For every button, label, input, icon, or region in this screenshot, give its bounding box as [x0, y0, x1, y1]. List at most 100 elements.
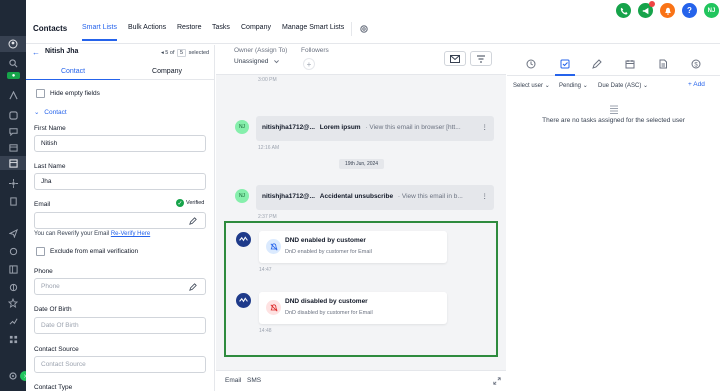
contact-pager[interactable]: ◂ 5 of 5 selected: [161, 49, 209, 57]
list-icon: [609, 105, 619, 114]
avatar[interactable]: NJ: [704, 3, 719, 18]
contact-source-label: Contact Source: [34, 346, 79, 353]
rail-conversations-icon[interactable]: [0, 124, 26, 138]
exclude-verification-checkbox[interactable]: [36, 247, 45, 256]
help-icon[interactable]: ?: [682, 3, 697, 18]
clock-icon[interactable]: [525, 58, 537, 70]
pager-total[interactable]: 5: [177, 49, 187, 57]
rail-sites-icon[interactable]: [0, 262, 26, 276]
first-name-field[interactable]: Nitish: [34, 135, 206, 152]
dob-field[interactable]: Date Of Birth: [34, 317, 206, 334]
chevron-down-icon[interactable]: [273, 58, 280, 65]
bell-icon[interactable]: [660, 3, 675, 18]
hide-empty-checkbox[interactable]: [36, 89, 45, 98]
message-subject: Accidental unsubscribe: [319, 193, 394, 200]
document-icon[interactable]: [657, 58, 669, 70]
pager-suffix: selected: [188, 50, 210, 56]
tasks-panel: $ Select user ⌄ Pending ⌄ Due Date (ASC)…: [507, 45, 720, 391]
arrow-left-icon[interactable]: ←: [32, 48, 40, 57]
tab-divider: [507, 75, 720, 76]
filter-icon[interactable]: [470, 51, 492, 66]
reverify-link[interactable]: Re-Verify Here: [111, 231, 150, 237]
rail-opportunities-icon[interactable]: [0, 176, 26, 190]
message-subject: Lorem ipsum: [319, 124, 361, 131]
conversation-panel: Owner (Assign To) Unassigned Followers +…: [216, 45, 506, 391]
status-dropdown[interactable]: Pending ⌄: [559, 82, 588, 89]
email-field[interactable]: [34, 212, 206, 229]
envelope-icon[interactable]: [444, 51, 466, 66]
tab-manage-smart-lists[interactable]: Manage Smart Lists: [282, 24, 344, 31]
rail-contacts-icon[interactable]: [0, 36, 26, 52]
timestamp: 14:48: [259, 328, 272, 334]
active-tab-indicator: [555, 74, 575, 76]
add-task-button[interactable]: + Add: [688, 81, 705, 88]
rail-payments-icon[interactable]: [0, 194, 26, 208]
date-divider: 19th Jun, 2024: [339, 159, 385, 169]
select-user-dropdown[interactable]: Select user ⌄: [513, 82, 550, 89]
dnd-enabled-subtitle: DnD enabled by customer for Email: [285, 249, 372, 255]
last-name-field[interactable]: Jha: [34, 173, 206, 190]
tab-company[interactable]: Company: [241, 24, 271, 31]
left-nav-rail: ● ›: [0, 0, 30, 391]
megaphone-icon[interactable]: [638, 1, 655, 18]
tab-company-detail[interactable]: Company: [120, 68, 214, 75]
email-message[interactable]: nitishjha1712@... Accidental unsubscribe…: [256, 185, 494, 210]
calendar-icon[interactable]: [624, 58, 636, 70]
expand-icon[interactable]: [493, 377, 501, 385]
tab-bulk-actions[interactable]: Bulk Actions: [128, 24, 166, 31]
tab-restore[interactable]: Restore: [177, 24, 202, 31]
rail-search-icon[interactable]: [0, 56, 26, 70]
rail-reputation-icon[interactable]: [0, 296, 26, 310]
rail-contacts-card-icon[interactable]: [0, 156, 26, 170]
rail-reporting-icon[interactable]: [0, 314, 26, 328]
tab-sms[interactable]: SMS: [247, 377, 261, 384]
message-preview: · View this email in browser [htt...: [365, 124, 461, 131]
phone-icon[interactable]: [616, 3, 631, 18]
message-sender: nitishjha1712@...: [262, 124, 315, 131]
pencil-icon[interactable]: [591, 58, 603, 70]
tab-email[interactable]: Email: [225, 377, 241, 384]
notification-dot: [649, 1, 655, 7]
dollar-icon[interactable]: $: [690, 58, 702, 70]
owner-select[interactable]: Unassigned: [234, 58, 268, 65]
dnd-disabled-card: DND disabled by customer DnD disabled by…: [259, 292, 447, 324]
more-icon[interactable]: ⋮: [482, 192, 489, 200]
rail-badge[interactable]: ●: [7, 72, 20, 79]
add-follower-button[interactable]: +: [303, 58, 315, 70]
section-contact-toggle[interactable]: ⌄ Contact: [34, 108, 67, 116]
rail-automation-icon[interactable]: [0, 244, 26, 258]
sort-dropdown[interactable]: Due Date (ASC) ⌄: [598, 82, 648, 89]
dnd-enabled-card: DND enabled by customer DnD enabled by c…: [259, 231, 447, 263]
pencil-icon[interactable]: [189, 217, 197, 225]
tab-tasks[interactable]: Tasks: [212, 24, 230, 31]
phone-placeholder: Phone: [41, 283, 60, 290]
task-check-icon[interactable]: [559, 58, 571, 70]
status-label: Pending: [559, 83, 582, 89]
timestamp: 3:00 PM: [258, 77, 277, 83]
email-message[interactable]: nitishjha1712@... Lorem ipsum · View thi…: [256, 116, 494, 141]
rail-apps-icon[interactable]: [0, 332, 26, 346]
contact-source-field[interactable]: Contact Source: [34, 356, 206, 373]
activity-icon: [236, 293, 251, 308]
timestamp: 14:47: [259, 267, 272, 273]
gear-icon[interactable]: [359, 24, 369, 34]
message-sender: nitishjha1712@...: [262, 193, 315, 200]
phone-field[interactable]: Phone: [34, 278, 206, 295]
chevron-down-icon: ⌄: [544, 83, 550, 89]
dnd-highlight-box: DND enabled by customer DnD enabled by c…: [224, 221, 498, 357]
rail-marketing-icon[interactable]: [0, 226, 26, 240]
rail-memberships-icon[interactable]: [0, 280, 26, 294]
contact-panel: ← Nitish Jha ◂ 5 of 5 selected Contact C…: [26, 45, 215, 391]
pager-prev-icon[interactable]: ◂: [161, 50, 164, 56]
rail-calendar-icon[interactable]: [0, 140, 26, 154]
select-user-label: Select user: [513, 83, 544, 89]
timestamp: 2:37 PM: [258, 214, 277, 220]
rail-launchpad-icon[interactable]: [0, 108, 26, 122]
more-icon[interactable]: ⋮: [482, 123, 489, 131]
rail-dashboard-icon[interactable]: [0, 88, 26, 102]
pencil-icon[interactable]: [189, 283, 197, 291]
avatar: NJ: [235, 189, 249, 203]
tab-contact[interactable]: Contact: [26, 68, 120, 80]
empty-state-text: There are no tasks assigned for the sele…: [542, 117, 685, 124]
tab-smart-lists[interactable]: Smart Lists: [82, 24, 118, 41]
